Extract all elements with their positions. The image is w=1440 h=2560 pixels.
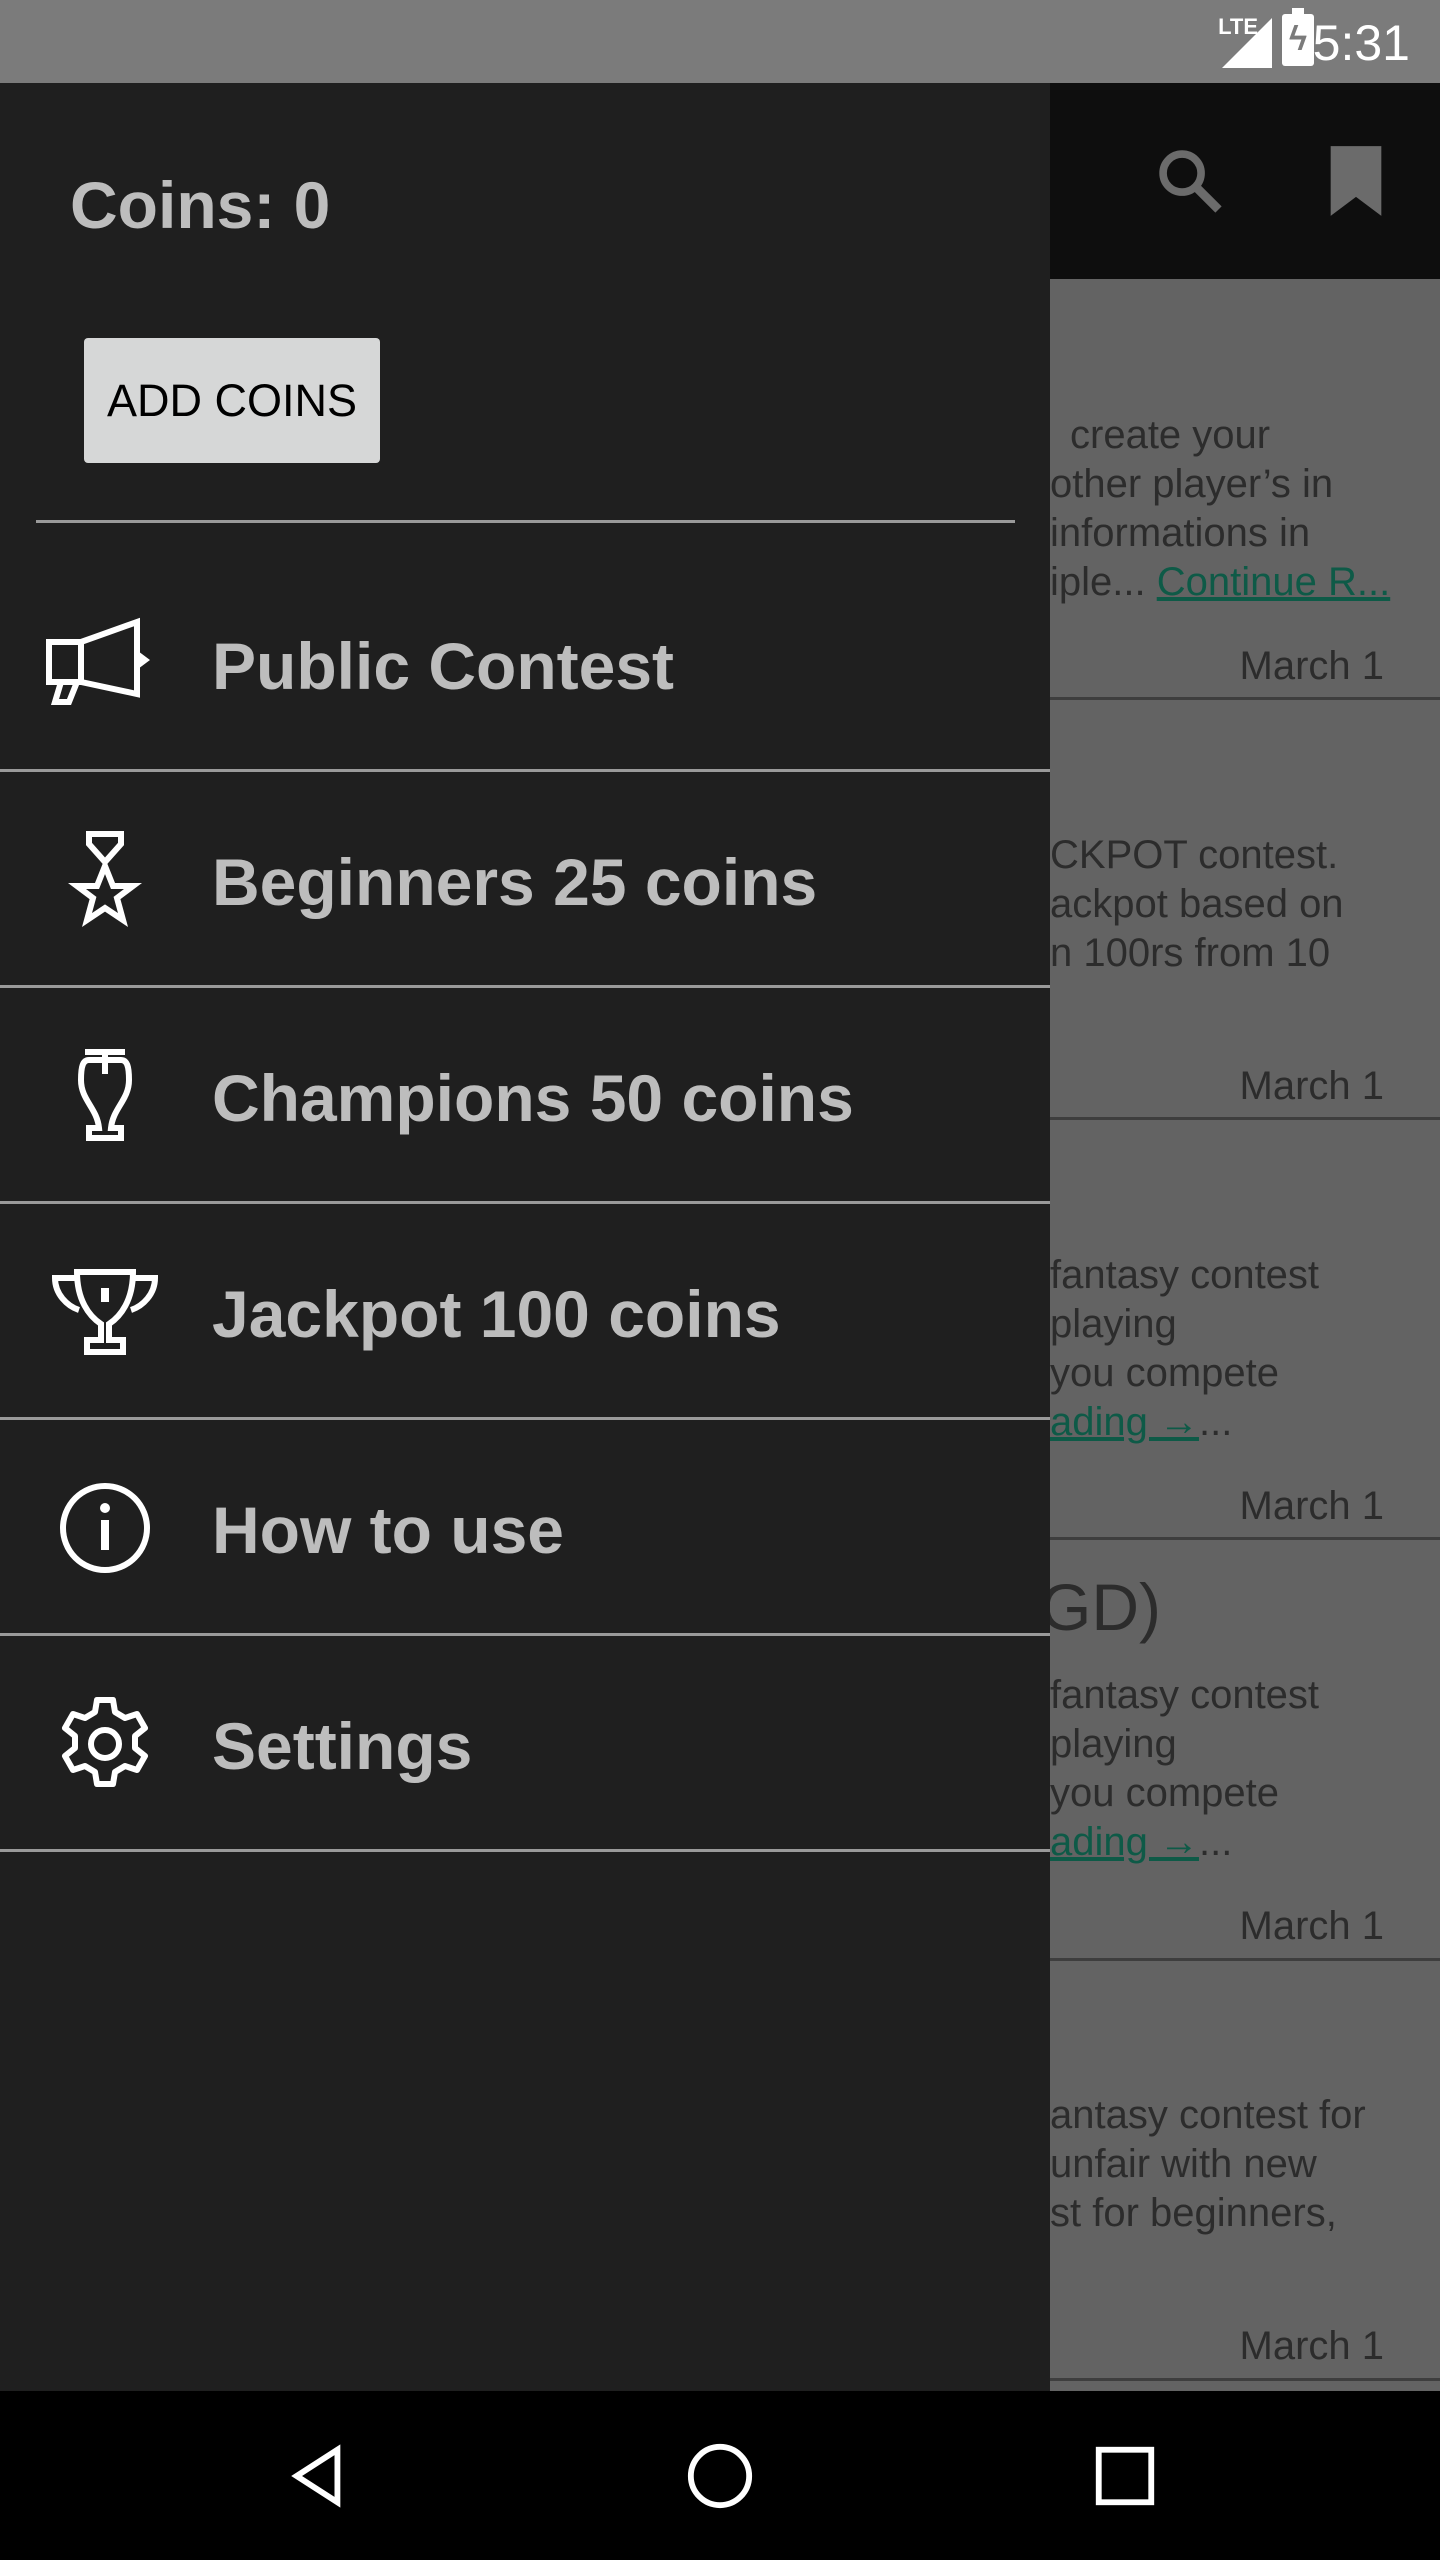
drawer-item-public-contest[interactable]: Public Contest <box>0 556 1050 772</box>
continue-reading-link[interactable]: ading → <box>1050 1820 1199 1864</box>
cup-icon <box>77 1049 133 1141</box>
divider <box>36 520 1015 523</box>
status-time: 5:31 <box>1312 15 1410 71</box>
navigation-drawer: Coins: 0 ADD COINS Public Contest Beginn… <box>0 83 1050 2391</box>
drawer-item-how-to-use[interactable]: How to use <box>0 1420 1050 1636</box>
back-icon[interactable] <box>282 2441 352 2511</box>
medal-star-icon <box>68 831 142 927</box>
search-icon[interactable] <box>1152 143 1228 219</box>
signal-icon <box>1222 18 1272 68</box>
drawer-item-jackpot[interactable]: Jackpot 100 coins <box>0 1204 1050 1420</box>
continue-reading-link[interactable]: ading → <box>1050 1400 1199 1444</box>
bookmark-icon[interactable] <box>1320 143 1392 219</box>
home-icon[interactable] <box>685 2441 755 2511</box>
gear-icon <box>62 1697 148 1787</box>
continue-reading-link[interactable]: Continue R... <box>1157 560 1390 604</box>
add-coins-button[interactable]: ADD COINS <box>84 338 380 463</box>
info-icon <box>60 1483 150 1573</box>
megaphone-icon <box>46 617 150 705</box>
recents-icon[interactable] <box>1090 2441 1160 2511</box>
battery-charging-icon: ϟ <box>1282 8 1314 66</box>
status-bar: LTE ϟ 5:31 <box>0 0 1440 83</box>
trophy-icon <box>51 1269 159 1355</box>
drawer-item-champions[interactable]: Champions 50 coins <box>0 988 1050 1204</box>
system-nav-bar <box>0 2391 1440 2560</box>
drawer-item-beginners[interactable]: Beginners 25 coins <box>0 772 1050 988</box>
coins-balance: Coins: 0 <box>70 168 331 242</box>
drawer-item-settings[interactable]: Settings <box>0 1636 1050 1852</box>
